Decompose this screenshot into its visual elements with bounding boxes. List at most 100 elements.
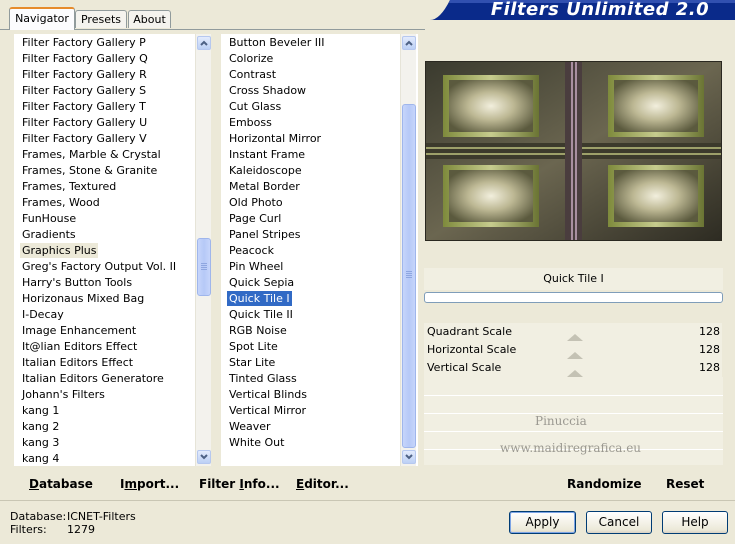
list-item[interactable]: Pin Wheel [227,259,285,275]
list-item[interactable]: Emboss [227,115,274,131]
list-item[interactable]: Star Lite [227,355,277,371]
list-item[interactable]: Filter Factory Gallery Q [20,51,150,67]
list-item[interactable]: Frames, Stone & Granite [20,163,159,179]
list-item[interactable]: Contrast [227,67,278,83]
param-label: Quadrant Scale [427,325,512,338]
list-item[interactable]: Horizonaus Mixed Bag [20,291,146,307]
chevron-up-icon [200,40,208,46]
list-item[interactable]: Italian Editors Generatore [20,371,166,387]
list-item[interactable]: Cross Shadow [227,83,308,99]
list-item-label: Filter Factory Gallery S [22,84,147,97]
param-row-vertical-scale[interactable]: Vertical Scale 128 [424,359,722,377]
list-item[interactable]: Filter Factory Gallery V [20,131,149,147]
list-item-label: It@lian Editors Effect [22,340,138,353]
list-item-label: Filter Factory Gallery V [22,132,147,145]
category-scrollbar[interactable] [195,34,211,466]
list-item[interactable]: Weaver [227,419,273,435]
param-value: 128 [699,343,720,356]
database-button[interactable]: Database [29,475,93,493]
list-item[interactable]: Frames, Wood [20,195,102,211]
list-item[interactable]: Peacock [227,243,276,259]
import-button[interactable]: Import... [120,475,179,493]
list-item[interactable]: Filter Factory Gallery T [20,99,148,115]
list-item[interactable]: Spot Lite [227,339,280,355]
editor-button[interactable]: Editor... [296,475,349,493]
scroll-thumb[interactable] [402,104,416,448]
slider-marker-icon[interactable] [567,370,583,377]
list-item[interactable]: Old Photo [227,195,285,211]
list-item[interactable]: Colorize [227,51,275,67]
list-item[interactable]: Vertical Blinds [227,387,309,403]
list-item-label: Quick Sepia [229,276,295,289]
list-item-label: Star Lite [229,356,276,369]
list-item[interactable]: Filter Factory Gallery U [20,115,149,131]
randomize-button[interactable]: Randomize [567,475,641,493]
list-item[interactable]: Kaleidoscope [227,163,304,179]
list-item[interactable]: FunHouse [20,211,78,227]
category-list[interactable]: Filter Factory Gallery P Filter Factory G… [20,35,194,465]
list-item-label: I-Decay [22,308,64,321]
list-item-label: Weaver [229,420,271,433]
slider-marker-icon[interactable] [567,334,583,341]
list-item-label: Filter Factory Gallery U [22,116,148,129]
list-item[interactable]: Filter Factory Gallery P [20,35,148,51]
param-row-horizontal-scale[interactable]: Horizontal Scale 128 [424,341,722,359]
list-item[interactable]: kang 4 [20,451,61,467]
scroll-up-button[interactable] [197,36,211,50]
list-item[interactable]: Quick Tile I [227,291,292,307]
watermark-name: Pinuccia [535,414,587,428]
list-item-label: Filter Factory Gallery T [22,100,146,113]
list-item[interactable]: Graphics Plus [20,243,99,259]
filter-info-button[interactable]: Filter Info... [199,475,280,493]
apply-button[interactable]: Apply [509,511,576,534]
scroll-thumb[interactable] [197,238,211,296]
list-item[interactable]: Instant Frame [227,147,307,163]
list-item-label: Filter Factory Gallery Q [22,52,148,65]
param-row-quadrant-scale[interactable]: Quadrant Scale 128 [424,323,722,341]
tab-about[interactable]: About [128,10,171,28]
scroll-down-button[interactable] [197,450,211,464]
list-item[interactable]: White Out [227,435,286,451]
list-item[interactable]: Button Beveler III [227,35,327,51]
list-item[interactable]: I-Decay [20,307,66,323]
list-item[interactable]: kang 3 [20,435,61,451]
list-item[interactable]: It@lian Editors Effect [20,339,139,355]
tab-navigator[interactable]: Navigator [9,7,75,30]
list-item[interactable]: Page Curl [227,211,283,227]
list-item[interactable]: Harry's Button Tools [20,275,134,291]
tab-presets[interactable]: Presets [75,10,127,28]
list-item[interactable]: RGB Noise [227,323,289,339]
list-item[interactable]: Horizontal Mirror [227,131,323,147]
database-label: Database: [10,510,67,523]
list-item[interactable]: kang 2 [20,419,61,435]
list-item[interactable]: Johann's Filters [20,387,107,403]
list-item-label: kang 1 [22,404,60,417]
list-item[interactable]: Quick Sepia [227,275,296,291]
reset-button[interactable]: Reset [666,475,704,493]
list-item[interactable]: Filter Factory Gallery S [20,83,148,99]
list-item[interactable]: Italian Editors Effect [20,355,135,371]
list-item[interactable]: Tinted Glass [227,371,299,387]
list-item[interactable]: Image Enhancement [20,323,138,339]
list-item[interactable]: Filter Factory Gallery R [20,67,149,83]
list-item[interactable]: Metal Border [227,179,302,195]
scroll-down-button[interactable] [402,450,416,464]
filter-scrollbar[interactable] [400,34,416,466]
list-item-label: Gradients [22,228,76,241]
list-item[interactable]: Panel Stripes [227,227,303,243]
list-item-label: Cut Glass [229,100,282,113]
list-item[interactable]: Frames, Marble & Crystal [20,147,163,163]
list-item[interactable]: Quick Tile II [227,307,295,323]
list-item-label: Harry's Button Tools [22,276,133,289]
list-item[interactable]: kang 1 [20,403,61,419]
slider-marker-icon[interactable] [567,352,583,359]
help-button[interactable]: Help [662,511,728,534]
cancel-button[interactable]: Cancel [586,511,652,534]
list-item[interactable]: Greg's Factory Output Vol. II [20,259,178,275]
list-item[interactable]: Cut Glass [227,99,283,115]
scroll-up-button[interactable] [402,36,416,50]
list-item[interactable]: Gradients [20,227,78,243]
filter-list[interactable]: Button Beveler III Colorize Contrast Cross … [227,35,401,465]
list-item[interactable]: Vertical Mirror [227,403,308,419]
list-item[interactable]: Frames, Textured [20,179,118,195]
